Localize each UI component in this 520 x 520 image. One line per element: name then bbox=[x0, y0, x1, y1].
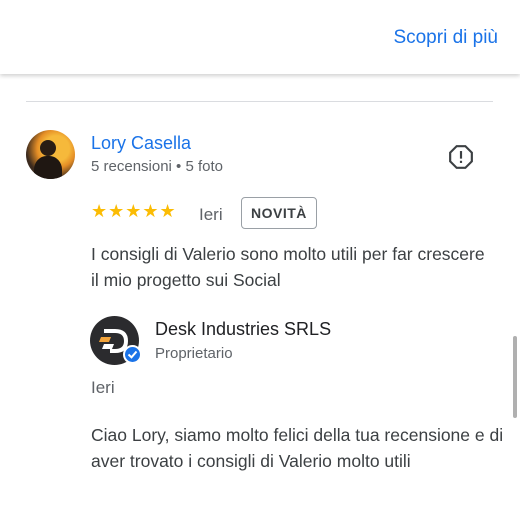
review-text: I consigli di Valerio sono molto utili p… bbox=[91, 244, 485, 290]
owner-name: Desk Industries SRLS bbox=[155, 319, 332, 339]
new-badge: NOVITÀ bbox=[241, 197, 317, 229]
review-divider bbox=[26, 101, 493, 102]
report-flag-icon[interactable] bbox=[448, 144, 474, 170]
avatar[interactable] bbox=[26, 130, 75, 179]
avatar-body bbox=[34, 156, 62, 179]
reply-date: Ieri bbox=[91, 378, 115, 397]
avatar-head bbox=[40, 140, 56, 156]
owner-reply-text: Ciao Lory, siamo molto felici della tua … bbox=[91, 425, 504, 471]
top-bar: Scopri di più bbox=[0, 0, 520, 74]
review-date: Ieri bbox=[199, 205, 223, 224]
owner-role: Proprietario bbox=[155, 345, 233, 362]
rating-stars: ★★★★★ bbox=[91, 201, 177, 221]
review-author-meta: 5 recensioni • 5 foto bbox=[91, 158, 223, 175]
verified-check-icon bbox=[123, 345, 142, 364]
check-icon bbox=[127, 350, 138, 359]
scrollbar[interactable] bbox=[513, 336, 517, 418]
learn-more-link[interactable]: Scopri di più bbox=[393, 27, 498, 49]
review-author-name[interactable]: Lory Casella bbox=[91, 133, 191, 154]
